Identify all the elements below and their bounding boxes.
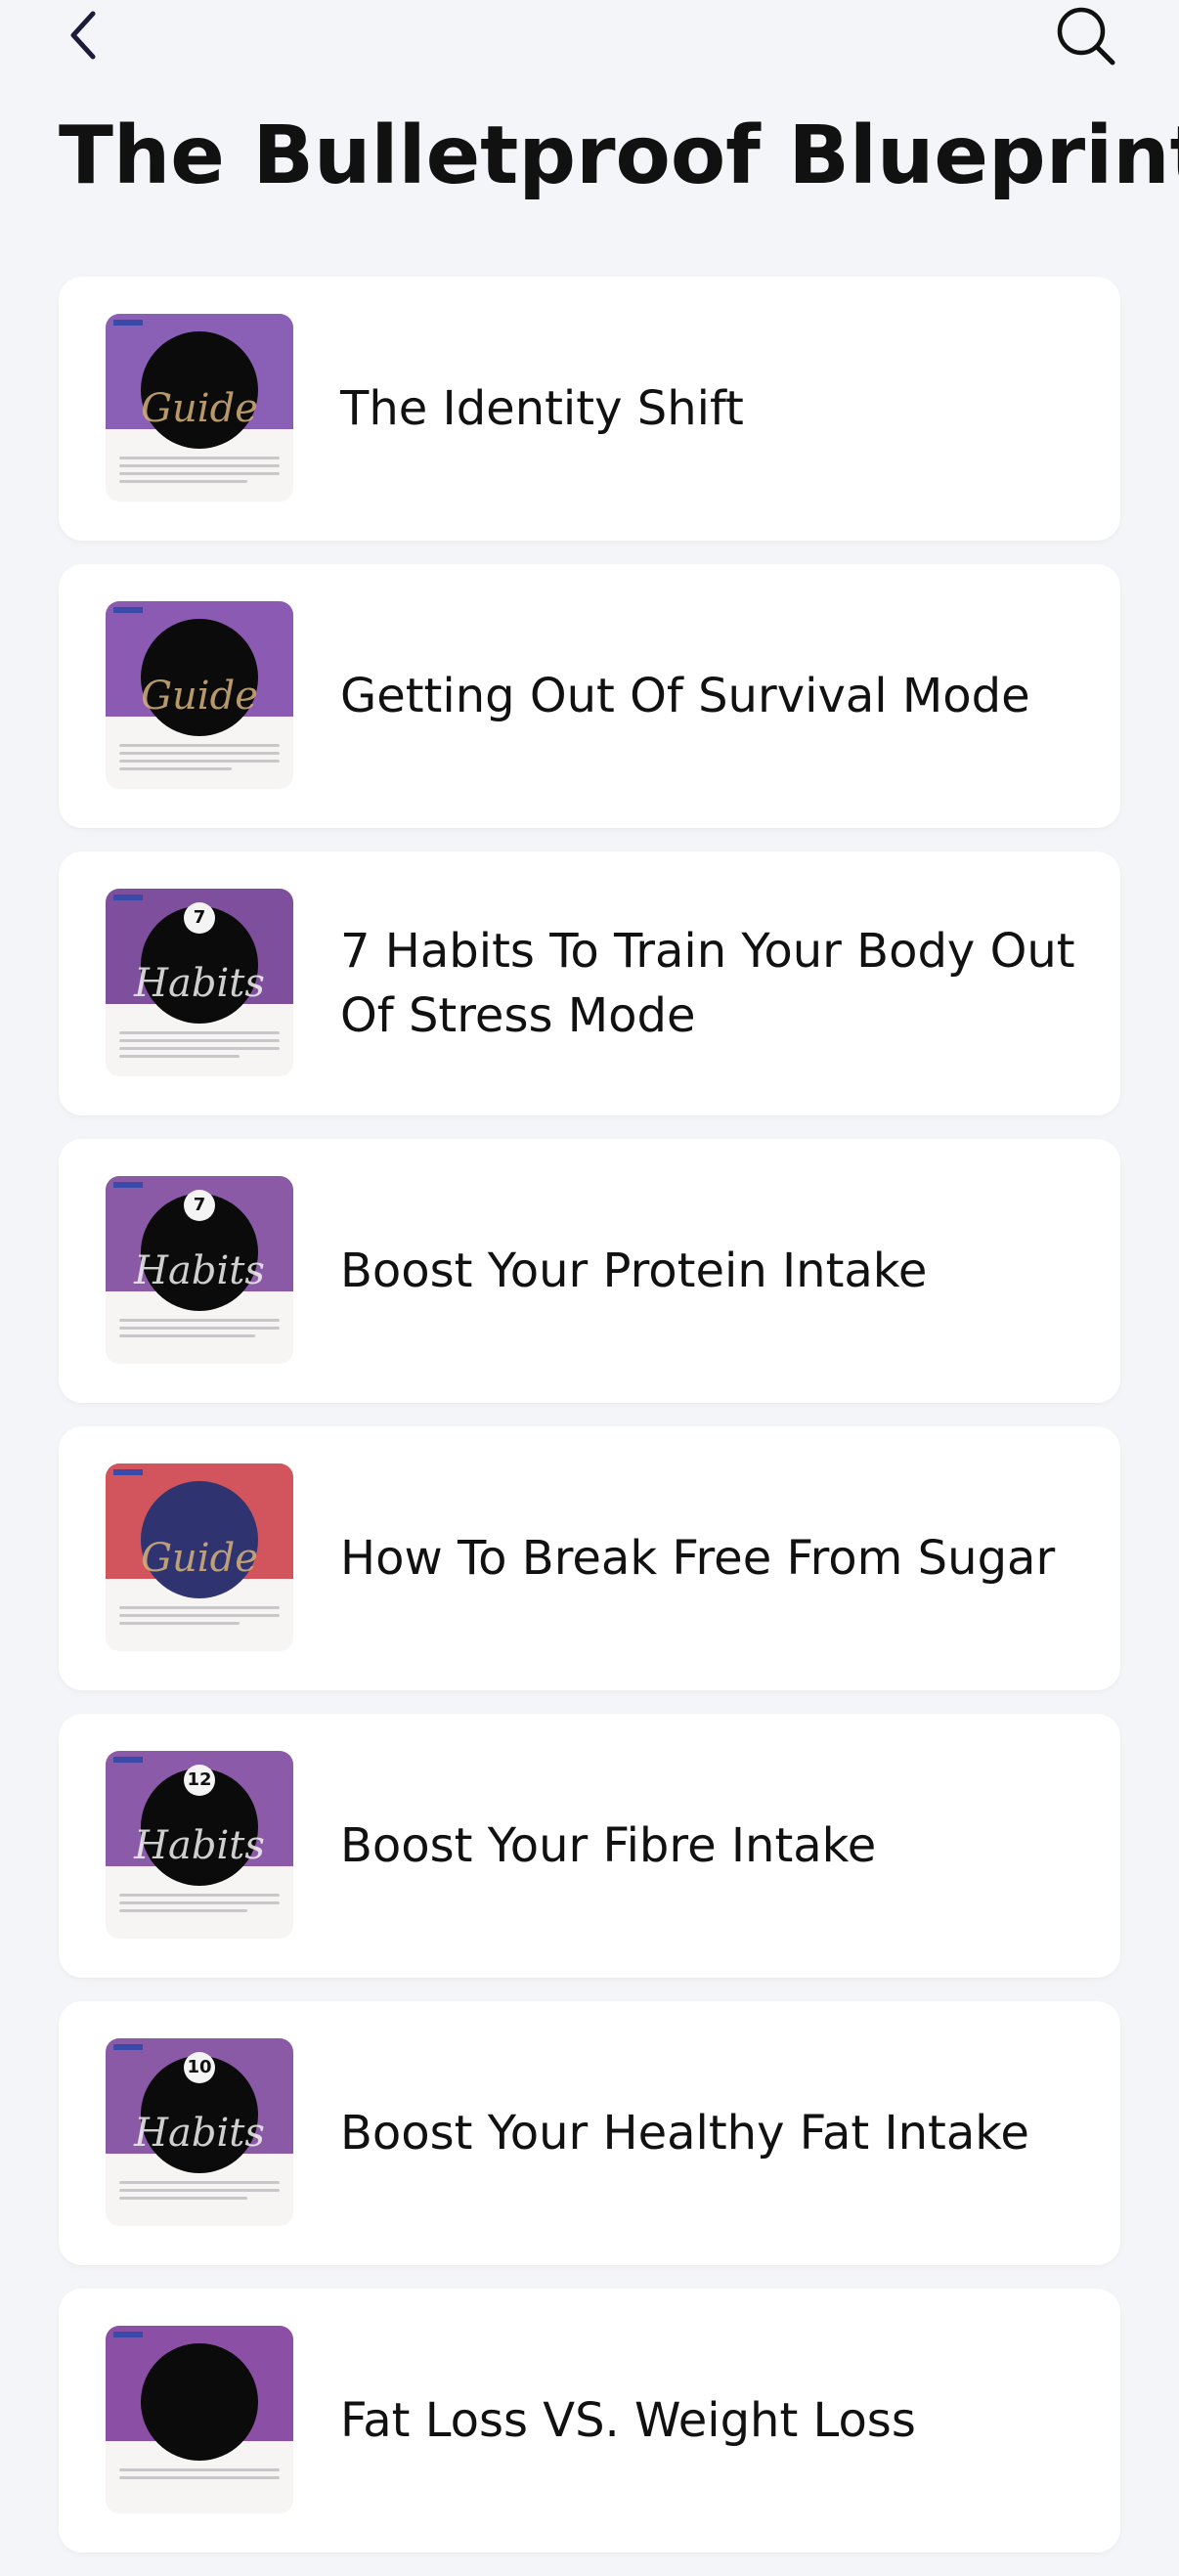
guide-thumbnail: 7 Habits [106,1176,293,1364]
guide-thumbnail: 10 Habits [106,2038,293,2226]
search-button[interactable] [1052,2,1120,70]
chevron-left-icon [70,11,96,60]
back-button[interactable] [59,6,108,65]
search-icon [1057,7,1115,65]
guide-thumbnail: Guide [106,601,293,789]
list-item-title: Getting Out Of Survival Mode [340,669,1030,723]
list-item-title: 7 Habits To Train Your Body Out Of Stres… [340,924,1075,1043]
guide-thumbnail: Guide [106,1463,293,1651]
list-item[interactable]: Guide Getting Out Of Survival Mode [59,564,1120,828]
list-item-title: Boost Your Fibre Intake [340,1818,877,1873]
guide-thumbnail: Guide [106,314,293,502]
list-item-title: Boost Your Protein Intake [340,1244,928,1298]
list-item[interactable]: Fat Loss VS. Weight Loss [59,2289,1120,2553]
guide-list: Guide The Identity Shift Guide Getting O… [59,277,1120,2576]
list-item-title: How To Break Free From Sugar [340,1531,1056,1586]
list-item[interactable]: Guide The Identity Shift [59,277,1120,541]
list-item[interactable]: Guide How To Break Free From Sugar [59,1426,1120,1690]
list-item[interactable]: 10 Habits Boost Your Healthy Fat Intake [59,2001,1120,2265]
list-item-title: Boost Your Healthy Fat Intake [340,2106,1029,2161]
top-bar [0,0,1179,78]
list-item[interactable]: 7 Habits Boost Your Protein Intake [59,1139,1120,1403]
guide-thumbnail [106,2326,293,2513]
guide-thumbnail: 7 Habits [106,889,293,1076]
list-item-title: The Identity Shift [340,381,744,436]
list-item[interactable]: 12 Habits Boost Your Fibre Intake [59,1714,1120,1978]
page-title: The Bulletproof Blueprint [59,109,1179,202]
list-item[interactable]: 7 Habits 7 Habits To Train Your Body Out… [59,851,1120,1115]
guide-thumbnail: 12 Habits [106,1751,293,1939]
list-item-title: Fat Loss VS. Weight Loss [340,2393,916,2448]
